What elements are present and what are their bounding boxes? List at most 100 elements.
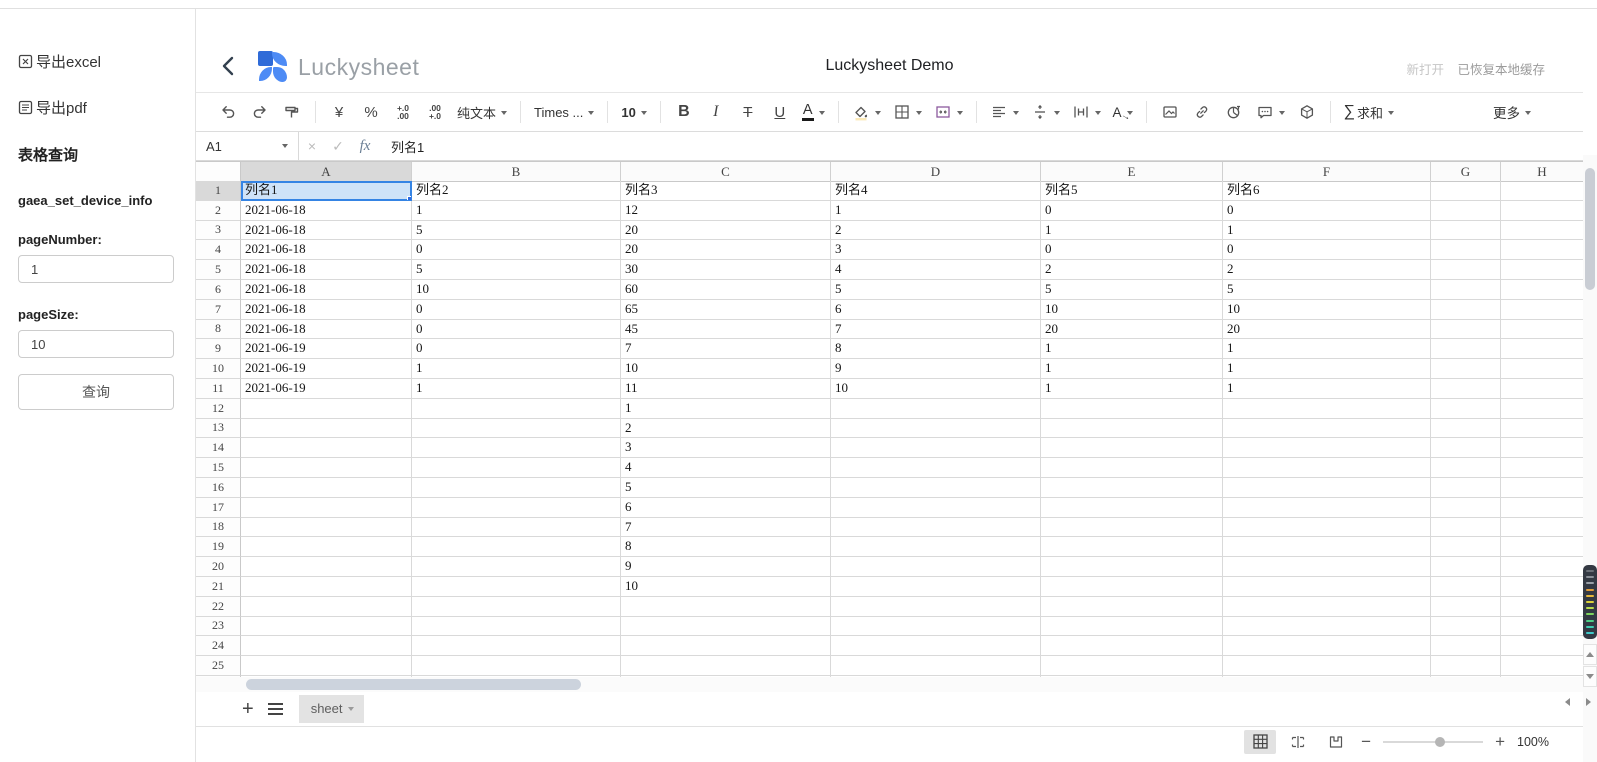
cell-G6[interactable] [1431,280,1501,300]
cell-E5[interactable]: 2 [1041,260,1223,280]
cell-E17[interactable] [1041,498,1223,518]
cell-G25[interactable] [1431,656,1501,676]
cell-D16[interactable] [831,478,1041,498]
formula-confirm-button[interactable]: ✓ [325,138,351,155]
cell-B16[interactable] [412,478,621,498]
cell-H15[interactable] [1501,458,1584,478]
cell-F15[interactable] [1223,458,1431,478]
cell-A8[interactable]: 2021-06-18 [241,320,412,340]
cell-C22[interactable] [621,597,831,617]
cell-F20[interactable] [1223,557,1431,577]
formula-input[interactable]: 列名1 [391,137,424,156]
cell-B12[interactable] [412,399,621,419]
cell-E8[interactable]: 20 [1041,320,1223,340]
cell-C5[interactable]: 30 [621,260,831,280]
cell-A4[interactable]: 2021-06-18 [241,240,412,260]
row-header-4[interactable]: 4 [196,240,241,260]
cell-B3[interactable]: 5 [412,221,621,241]
col-header-B[interactable]: B [412,162,621,182]
cell-H3[interactable] [1501,221,1584,241]
cell-B9[interactable]: 0 [412,339,621,359]
cell-H12[interactable] [1501,399,1584,419]
cell-C11[interactable]: 11 [621,379,831,399]
font-size-dropdown[interactable]: 10 [617,99,650,125]
cell-B17[interactable] [412,498,621,518]
sheet-tab[interactable]: sheet [299,695,364,723]
cell-C24[interactable] [621,636,831,656]
cell-G10[interactable] [1431,359,1501,379]
cell-A9[interactable]: 2021-06-19 [241,339,412,359]
row-header-23[interactable]: 23 [196,617,241,637]
cell-F2[interactable]: 0 [1223,201,1431,221]
cell-A1[interactable]: 列名1 [241,181,412,201]
cell-H13[interactable] [1501,419,1584,439]
row-header-2[interactable]: 2 [196,201,241,221]
cell-D15[interactable] [831,458,1041,478]
cell-E16[interactable] [1041,478,1223,498]
cell-A11[interactable]: 2021-06-19 [241,379,412,399]
cell-A19[interactable] [241,537,412,557]
undo-button[interactable] [214,99,242,125]
insert-link-button[interactable] [1188,99,1216,125]
percent-format-button[interactable]: % [357,99,385,125]
fill-color-dropdown[interactable] [848,99,885,125]
underline-button[interactable]: U [766,99,794,125]
cell-E6[interactable]: 5 [1041,280,1223,300]
font-family-dropdown[interactable]: Times ... [530,99,598,125]
cell-B22[interactable] [412,597,621,617]
col-header-G[interactable]: G [1431,162,1501,182]
cell-E18[interactable] [1041,518,1223,538]
cell-G8[interactable] [1431,320,1501,340]
cell-H19[interactable] [1501,537,1584,557]
cell-G19[interactable] [1431,537,1501,557]
cell-G18[interactable] [1431,518,1501,538]
screenshot-button[interactable] [1293,99,1321,125]
row-header-25[interactable]: 25 [196,656,241,676]
row-header-22[interactable]: 22 [196,597,241,617]
cell-D20[interactable] [831,557,1041,577]
export-excel-button[interactable]: 导出excel [18,51,195,72]
cell-C4[interactable]: 20 [621,240,831,260]
cell-G15[interactable] [1431,458,1501,478]
row-header-16[interactable]: 16 [196,478,241,498]
row-header-20[interactable]: 20 [196,557,241,577]
row-header-9[interactable]: 9 [196,339,241,359]
cell-F9[interactable]: 1 [1223,339,1431,359]
cell-E19[interactable] [1041,537,1223,557]
col-header-A[interactable]: A [241,162,412,182]
cell-H17[interactable] [1501,498,1584,518]
row-header-7[interactable]: 7 [196,300,241,320]
cell-F16[interactable] [1223,478,1431,498]
merge-cells-dropdown[interactable] [930,99,967,125]
cell-G2[interactable] [1431,201,1501,221]
cell-G23[interactable] [1431,617,1501,637]
cell-F7[interactable]: 10 [1223,300,1431,320]
cell-D10[interactable]: 9 [831,359,1041,379]
row-header-15[interactable]: 15 [196,458,241,478]
cell-A17[interactable] [241,498,412,518]
cell-C15[interactable]: 4 [621,458,831,478]
cell-D23[interactable] [831,617,1041,637]
vertical-scrollbar-thumb[interactable] [1585,168,1595,290]
cell-C7[interactable]: 65 [621,300,831,320]
cell-H18[interactable] [1501,518,1584,538]
cell-B18[interactable] [412,518,621,538]
cell-E10[interactable]: 1 [1041,359,1223,379]
row-header-5[interactable]: 5 [196,260,241,280]
cell-E1[interactable]: 列名5 [1041,181,1223,201]
cell-C17[interactable]: 6 [621,498,831,518]
row-header-3[interactable]: 3 [196,221,241,241]
cell-H20[interactable] [1501,557,1584,577]
cell-F22[interactable] [1223,597,1431,617]
cell-G13[interactable] [1431,419,1501,439]
row-header-10[interactable]: 10 [196,359,241,379]
cell-G24[interactable] [1431,636,1501,656]
cell-G14[interactable] [1431,438,1501,458]
cell-H23[interactable] [1501,617,1584,637]
scroll-left-button[interactable] [1561,695,1573,708]
cell-C2[interactable]: 12 [621,201,831,221]
cell-B19[interactable] [412,537,621,557]
cell-B4[interactable]: 0 [412,240,621,260]
cell-E25[interactable] [1041,656,1223,676]
cell-B15[interactable] [412,458,621,478]
